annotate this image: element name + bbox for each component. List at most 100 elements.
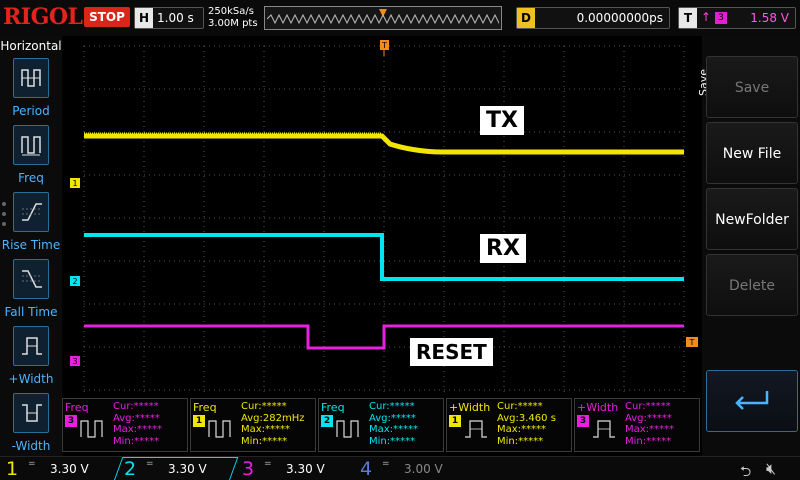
frequency-icon bbox=[336, 420, 359, 438]
channel-scale: 3.30 V bbox=[168, 462, 207, 476]
delete-button[interactable]: Delete bbox=[706, 254, 798, 316]
measurement-cur: Cur:***** bbox=[241, 401, 287, 412]
channel-status-bar: 1 = 3.30 V 2 = 3.30 V 3 = 3.30 V 4 = 3.0… bbox=[0, 456, 800, 480]
measurement-source: 3 bbox=[577, 415, 589, 427]
channel-number: 3 bbox=[242, 458, 255, 480]
rising-edge-icon: ↑ bbox=[701, 10, 712, 24]
measurement-avg: Avg:282mHz bbox=[241, 412, 305, 424]
positive-width-icon bbox=[13, 326, 49, 366]
acquisition-info: 250kSa/s 3.00M pts bbox=[208, 6, 258, 30]
menu-item-fall-time[interactable]: Fall Time bbox=[0, 259, 62, 325]
measurement-source: 3 bbox=[65, 415, 77, 427]
measurement-source: 1 bbox=[449, 415, 461, 427]
menu-item-freq[interactable]: Freq bbox=[0, 125, 62, 191]
measurement-cur: Cur:***** bbox=[369, 401, 415, 412]
frequency-icon bbox=[80, 420, 103, 438]
measurement-max: Max:***** bbox=[497, 424, 547, 435]
delay-tag: D bbox=[517, 8, 535, 28]
timebase-display[interactable]: H 1.00 s bbox=[134, 7, 204, 29]
channel-scale: 3.00 V bbox=[404, 462, 443, 476]
measurement-item[interactable]: Freq 1 Cur:***** Avg:282mHz Max:***** Mi… bbox=[190, 398, 316, 452]
rise-time-icon bbox=[13, 192, 49, 232]
ch1-trace bbox=[84, 132, 684, 155]
measurement-max: Max:***** bbox=[113, 424, 163, 435]
negative-width-icon bbox=[13, 393, 49, 433]
run-stop-indicator[interactable]: STOP bbox=[84, 7, 130, 27]
measurement-name: Freq bbox=[65, 401, 89, 414]
measurement-avg: Avg:***** bbox=[625, 412, 672, 424]
channel-scale: 3.30 V bbox=[286, 462, 325, 476]
ch2-marker: 2 bbox=[70, 276, 80, 286]
menu-item-label: Freq bbox=[18, 171, 44, 185]
svg-text:T: T bbox=[689, 338, 695, 347]
measurement-min: Min:***** bbox=[625, 435, 672, 447]
trigger-level: 1.58 V bbox=[750, 11, 789, 25]
measurement-item[interactable]: Freq 2 Cur:***** Avg:***** Max:***** Min… bbox=[318, 398, 444, 452]
measurement-item[interactable]: +Width 1 Cur:***** Avg:3.460 s Max:*****… bbox=[446, 398, 572, 452]
period-icon bbox=[13, 58, 49, 98]
measurement-name: +Width bbox=[449, 401, 491, 414]
measurement-name: Freq bbox=[193, 401, 217, 414]
fall-time-icon bbox=[13, 259, 49, 299]
brand-logo: RIGOL bbox=[3, 4, 83, 30]
menu-item-positive-width[interactable]: +Width bbox=[0, 326, 62, 392]
dc-coupling-icon: = bbox=[28, 459, 36, 469]
measurement-item[interactable]: +Width 3 Cur:***** Avg:***** Max:***** M… bbox=[574, 398, 700, 452]
ch2-trace bbox=[84, 233, 684, 281]
dc-coupling-icon: = bbox=[146, 459, 154, 469]
trigger-marker-label: T bbox=[381, 41, 387, 50]
menu-item-label: -Width bbox=[11, 439, 51, 453]
channel-4-status[interactable]: 4 = 3.00 V bbox=[354, 457, 470, 480]
overview-waveform bbox=[267, 13, 499, 25]
menu-item-negative-width[interactable]: -Width bbox=[0, 393, 62, 459]
channel-1-status[interactable]: 1 = 3.30 V bbox=[0, 457, 116, 480]
delay-display[interactable]: D 0.00000000ps bbox=[516, 7, 670, 29]
measurement-min: Min:***** bbox=[241, 435, 288, 447]
measurement-max: Max:***** bbox=[241, 424, 291, 435]
svg-text:2: 2 bbox=[72, 277, 77, 286]
trigger-display[interactable]: T ↑ 3 1.58 V bbox=[678, 7, 796, 29]
measurement-min: Min:***** bbox=[113, 435, 160, 447]
return-button[interactable] bbox=[706, 370, 798, 432]
waveform-display[interactable]: T 1 2 3 T TX RX RESET bbox=[62, 36, 702, 398]
trigger-tag: T bbox=[679, 8, 697, 28]
menu-item-period[interactable]: Period bbox=[0, 58, 62, 124]
return-arrow-icon bbox=[735, 391, 769, 410]
channel-number: 2 bbox=[124, 458, 137, 480]
measurement-avg: Avg:***** bbox=[113, 412, 160, 424]
svg-text:3: 3 bbox=[72, 357, 77, 366]
channel-3-status[interactable]: 3 = 3.30 V bbox=[236, 457, 352, 480]
new-file-button[interactable]: New File bbox=[706, 122, 798, 184]
measurement-avg: Avg:3.460 s bbox=[497, 412, 556, 424]
menu-item-rise-time[interactable]: Rise Time bbox=[0, 192, 62, 258]
menu-title: Horizontal bbox=[0, 39, 62, 53]
memory-overview-bar[interactable] bbox=[264, 6, 502, 30]
positive-width-icon bbox=[465, 420, 487, 438]
memory-depth: 3.00M pts bbox=[208, 18, 258, 29]
rx-label: RX bbox=[480, 234, 526, 263]
trigger-marker-top: T bbox=[380, 40, 389, 56]
measurement-panel: Freq 3 Cur:***** Avg:***** Max:***** Min… bbox=[60, 398, 700, 452]
menu-item-label: Period bbox=[12, 104, 50, 118]
save-button[interactable]: Save bbox=[706, 56, 798, 118]
measurement-name: +Width bbox=[577, 401, 619, 414]
frequency-icon bbox=[13, 125, 49, 165]
channel-scale: 3.30 V bbox=[50, 462, 89, 476]
measurement-name: Freq bbox=[321, 401, 345, 414]
horizontal-measure-menu: Horizontal Period Freq Rise Time Fall Ti… bbox=[0, 36, 62, 456]
speaker-mute-icon[interactable]: 🔇︎ bbox=[766, 459, 776, 479]
measurement-source: 1 bbox=[193, 415, 205, 427]
tx-label: TX bbox=[480, 106, 524, 135]
ch3-marker: 3 bbox=[70, 356, 80, 366]
delay-value: 0.00000000ps bbox=[576, 11, 663, 25]
reset-label: RESET bbox=[410, 338, 493, 366]
save-menu: Save Save New File NewFolder Delete bbox=[697, 36, 800, 456]
frequency-icon bbox=[208, 420, 231, 438]
new-folder-button[interactable]: NewFolder bbox=[706, 188, 798, 250]
menu-item-label: Fall Time bbox=[4, 305, 58, 319]
measurement-item[interactable]: Freq 3 Cur:***** Avg:***** Max:***** Min… bbox=[62, 398, 188, 452]
timebase-tag: H bbox=[135, 8, 153, 28]
ch3-trace bbox=[84, 324, 684, 350]
channel-2-status[interactable]: 2 = 3.30 V bbox=[113, 457, 239, 480]
measurement-cur: Cur:***** bbox=[625, 401, 671, 412]
